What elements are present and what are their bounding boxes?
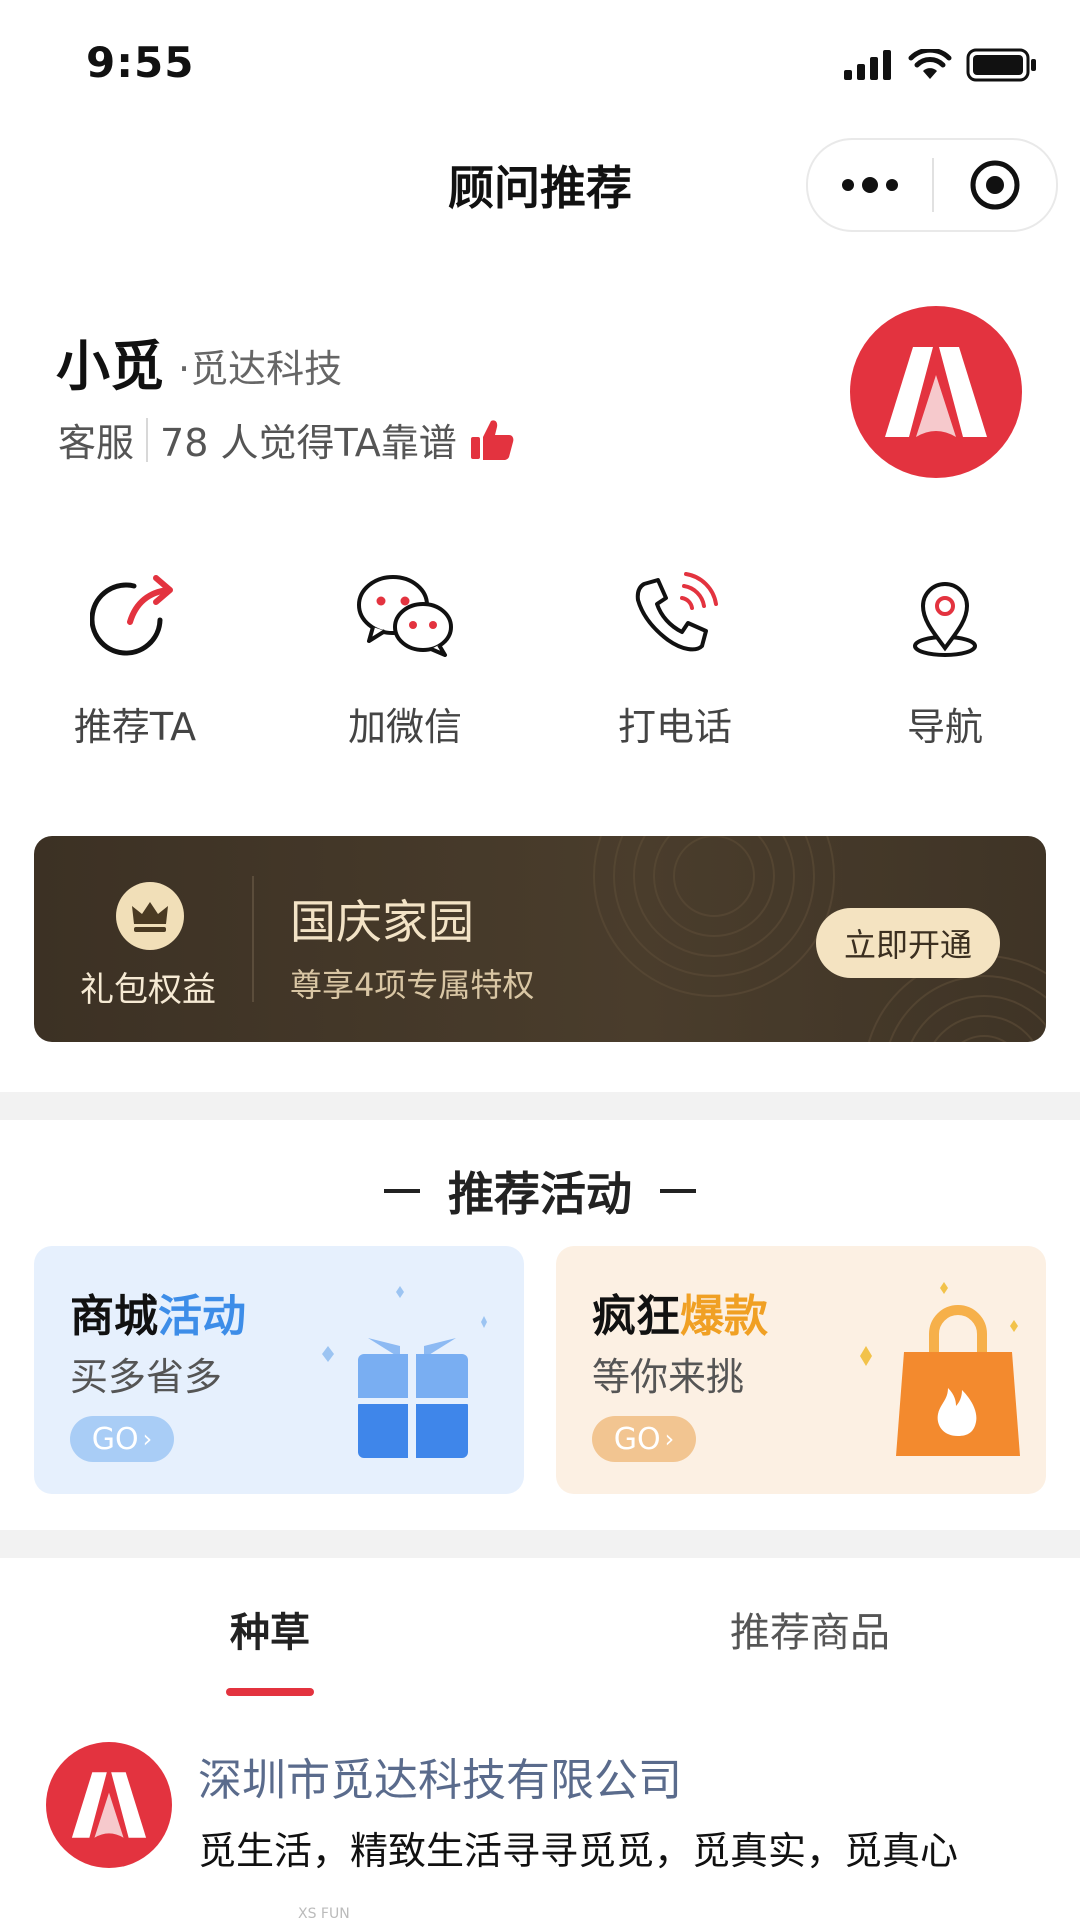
shopping-bag-fire-icon [860,1282,1020,1456]
crown-icon [132,902,168,932]
feed-company-name[interactable]: 深圳市觅达科技有限公司 [198,1744,682,1808]
feed-text: 觅生活，精致生活寻寻觅觅，觅真实，觅真心 [198,1829,959,1873]
card-title-main: 商城 [70,1291,158,1342]
status-icons [844,48,1038,82]
add-wechat-label: 加微信 [347,705,462,749]
chevron-right-icon: › [664,1425,675,1453]
card-subtitle: 等你来挑 [592,1355,745,1399]
hot-items-card[interactable]: 疯狂爆款 等你来挑 GO › [556,1246,1046,1494]
section-separator [0,1530,1080,1558]
signal-icon [844,50,891,80]
target-icon [970,160,1020,210]
close-miniprogram-button[interactable] [934,140,1056,230]
gift-badge-label: 礼包权益 [80,970,216,1010]
share-arrow-icon [90,575,173,656]
card-title-highlight: 活动 [158,1291,246,1342]
advisor-company: ·觅达科技 [178,347,343,391]
card-title-main: 疯狂 [592,1291,680,1342]
recommend-button[interactable]: 推荐TA [0,560,270,751]
tab-recommendation-posts[interactable]: 种草 [0,1600,540,1658]
status-time: 9:55 [86,38,195,87]
call-button[interactable]: 打电话 [540,560,810,751]
navigate-button[interactable]: 导航 [810,560,1080,751]
brand-logo-icon [71,1772,147,1838]
go-label: GO [613,1421,661,1457]
advisor-name: 小觅 [56,335,164,398]
meta-divider [146,417,149,462]
go-label: GO [91,1421,139,1457]
add-wechat-button[interactable]: 加微信 [270,560,540,751]
more-button[interactable] [808,140,932,230]
more-dots-icon [842,177,898,193]
advisor-avatar[interactable] [850,306,1022,478]
title-dash-right [660,1189,696,1193]
navigate-label: 导航 [906,705,983,749]
location-pin-icon [913,582,977,657]
chevron-right-icon: › [142,1425,153,1453]
wifi-icon [908,49,952,79]
card-title-highlight: 爆款 [680,1291,768,1342]
brand-logo-icon [885,347,987,437]
wechat-icon [357,575,453,657]
approval-text: 78 人觉得TA靠谱 [160,421,457,465]
section-title-text: 推荐活动 [448,1167,632,1221]
crown-badge [116,882,184,950]
recommend-label: 推荐TA [73,705,197,749]
card-title: 疯狂爆款 [592,1280,768,1344]
go-button[interactable]: GO › [592,1416,696,1462]
gift-box-icon [322,1286,487,1458]
mall-activity-card[interactable]: 商城活动 买多省多 GO › [34,1246,524,1494]
thumbs-up-icon[interactable] [469,417,515,463]
gift-banner[interactable]: 礼包权益 国庆家园 尊享4项专属特权 立即开通 [34,836,1046,1042]
title-dash-left [384,1189,420,1193]
section-separator [0,1092,1080,1120]
battery-icon [966,48,1036,82]
tab-recommended-products[interactable]: 推荐商品 [540,1600,1080,1658]
banner-title: 国庆家园 [290,895,474,949]
call-label: 打电话 [617,705,732,749]
active-tab-indicator [226,1688,314,1696]
go-button[interactable]: GO › [70,1416,174,1462]
banner-subtitle: 尊享4项专属特权 [290,966,535,1004]
advisor-role: 客服 [58,421,135,465]
activate-now-button[interactable]: 立即开通 [816,908,1000,978]
card-title: 商城活动 [70,1280,246,1344]
banner-divider [252,876,254,1002]
miniprogram-capsule [806,138,1058,232]
phone-icon [635,572,718,652]
card-subtitle: 买多省多 [70,1355,223,1399]
recommended-activities-title: 推荐活动 [0,1158,1080,1224]
feed-avatar[interactable] [46,1742,172,1868]
action-row: 推荐TA 加微信 打电话 导航 [0,560,1080,751]
advisor-meta: 客服 78 人觉得TA靠谱 [58,412,515,467]
